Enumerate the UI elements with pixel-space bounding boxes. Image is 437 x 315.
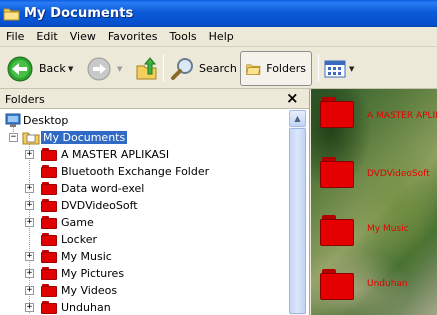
- tree-item-desktop[interactable]: Desktop: [0, 112, 280, 129]
- tree-label: Unduhan: [61, 301, 111, 314]
- content-item-label[interactable]: A MASTER APLIKASI: [367, 111, 437, 121]
- menu-favorites[interactable]: Favorites: [102, 28, 164, 46]
- expand-icon[interactable]: +: [25, 201, 34, 210]
- forward-arrow-icon: [87, 57, 111, 80]
- folders-pane: Folders × Desktop − My Documents + A MAS…: [0, 89, 310, 315]
- search-button[interactable]: Search: [170, 51, 237, 86]
- close-icon[interactable]: ×: [286, 89, 299, 107]
- large-folder-icon[interactable]: [320, 269, 356, 301]
- folders-label: Folders: [266, 62, 306, 75]
- large-folder-icon[interactable]: [320, 215, 356, 247]
- folder-tree: Desktop − My Documents + A MASTER APLIKA…: [0, 110, 289, 315]
- menu-tools[interactable]: Tools: [164, 28, 203, 46]
- tree-item-my-music[interactable]: + My Music: [0, 248, 280, 265]
- scrollbar-thumb[interactable]: [289, 128, 306, 314]
- content-item-label[interactable]: My Music: [367, 224, 409, 234]
- red-folder-icon: [41, 165, 58, 178]
- tree-label: My Pictures: [61, 267, 125, 280]
- red-folder-icon: [41, 216, 58, 229]
- up-folder-icon: [136, 56, 157, 79]
- vertical-scrollbar[interactable]: ▲: [289, 110, 306, 315]
- menu-edit[interactable]: Edit: [30, 28, 63, 46]
- back-label: Back: [39, 62, 66, 75]
- red-folder-icon: [41, 284, 58, 297]
- search-label: Search: [199, 62, 237, 75]
- tree-label: Game: [61, 216, 94, 229]
- tree-item-my-videos[interactable]: + My Videos: [0, 282, 280, 299]
- expand-icon[interactable]: +: [25, 286, 34, 295]
- red-folder-icon: [41, 199, 58, 212]
- expand-icon[interactable]: +: [25, 150, 34, 159]
- menu-view[interactable]: View: [64, 28, 102, 46]
- content-item-label[interactable]: Unduhan: [367, 279, 408, 289]
- tree-label: Bluetooth Exchange Folder: [61, 165, 210, 178]
- expand-icon[interactable]: +: [25, 252, 34, 261]
- tree-item-data-word-exel[interactable]: + Data word-exel: [0, 180, 280, 197]
- large-folder-icon[interactable]: [320, 157, 356, 189]
- red-folder-icon: [41, 301, 58, 314]
- chevron-down-icon: ▼: [68, 64, 74, 73]
- expand-icon[interactable]: +: [25, 303, 34, 312]
- tree-label: A MASTER APLIKASI: [61, 148, 170, 161]
- tree-item-my-pictures[interactable]: + My Pictures: [0, 265, 280, 282]
- tree-item-dvdvideosoft[interactable]: + DVDVideoSoft: [0, 197, 280, 214]
- forward-button[interactable]: ▼: [86, 51, 122, 86]
- desktop-icon: [5, 113, 21, 127]
- tree-label: DVDVideoSoft: [61, 199, 138, 212]
- folder-window-icon: [3, 6, 20, 21]
- folders-pane-header: Folders ×: [0, 89, 309, 109]
- menu-bar: File Edit View Favorites Tools Help: [0, 27, 437, 47]
- large-folder-icon[interactable]: [320, 97, 356, 129]
- tree-item-game[interactable]: + Game: [0, 214, 280, 231]
- menu-file[interactable]: File: [0, 28, 30, 46]
- toolbar: Back ▼ ▼ Search Folders ▼: [0, 48, 437, 89]
- search-icon: [171, 57, 193, 80]
- chevron-down-icon: ▼: [117, 64, 123, 73]
- red-folder-icon: [41, 233, 58, 246]
- my-documents-icon: [22, 132, 40, 145]
- content-item-label[interactable]: DVDVideoSoft: [367, 169, 430, 179]
- tree-label: Data word-exel: [61, 182, 145, 195]
- tree-item-locker[interactable]: Locker: [0, 231, 280, 248]
- expand-icon[interactable]: +: [25, 184, 34, 193]
- title-bar[interactable]: My Documents: [0, 0, 437, 27]
- tree-item-unduhan[interactable]: + Unduhan: [0, 299, 280, 315]
- red-folder-icon: [41, 148, 58, 161]
- menu-help[interactable]: Help: [203, 28, 240, 46]
- views-icon: [324, 60, 346, 77]
- expand-icon[interactable]: +: [25, 269, 34, 278]
- tree-label: Locker: [61, 233, 97, 246]
- expand-icon[interactable]: +: [25, 218, 34, 227]
- up-folder-button[interactable]: [135, 51, 159, 86]
- window-title: My Documents: [24, 6, 134, 21]
- back-dropdown[interactable]: ▼: [68, 51, 73, 86]
- folders-button[interactable]: Folders: [240, 51, 312, 86]
- red-folder-icon: [41, 182, 58, 195]
- red-folder-icon: [41, 250, 58, 263]
- back-button[interactable]: Back: [6, 51, 66, 86]
- back-arrow-icon: [7, 56, 33, 81]
- tree-label: My Documents: [41, 131, 128, 144]
- folder-content-pane: A MASTER APLIKASI DVDVideoSoft My Music …: [311, 89, 437, 315]
- chevron-down-icon: ▼: [349, 64, 355, 73]
- red-folder-icon: [41, 267, 58, 280]
- tree-label: My Videos: [61, 284, 118, 297]
- collapse-icon[interactable]: −: [9, 133, 18, 142]
- views-button[interactable]: ▼: [324, 51, 354, 86]
- folders-icon: [246, 63, 261, 75]
- tree-item-my-documents[interactable]: − My Documents: [0, 129, 280, 146]
- tree-label: My Music: [61, 250, 112, 263]
- tree-item-bluetooth-exchange-folder[interactable]: Bluetooth Exchange Folder: [0, 163, 280, 180]
- tree-label: Desktop: [23, 114, 69, 127]
- scroll-up-button[interactable]: ▲: [289, 110, 306, 127]
- folders-pane-title: Folders: [5, 93, 45, 106]
- tree-item-a-master-aplikasi[interactable]: + A MASTER APLIKASI: [0, 146, 280, 163]
